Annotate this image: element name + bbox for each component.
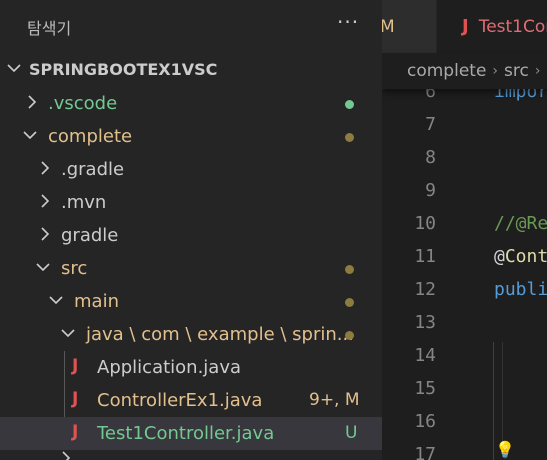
line-number: 9 (425, 180, 436, 201)
tree-item-gradle-dir[interactable]: .gradle (0, 153, 382, 186)
line-number: 16 (414, 411, 436, 432)
chevron-right-icon (39, 191, 51, 211)
tree-item-label: main (74, 291, 119, 312)
tree-item-vscode[interactable]: .vscode (0, 87, 382, 120)
chevron-down-icon (6, 58, 22, 78)
java-icon: J (462, 16, 469, 37)
chevron-down-icon (22, 125, 38, 145)
chevron-right-icon: › (534, 63, 541, 79)
chevron-down-icon (35, 257, 51, 277)
line-number: 17 (414, 444, 436, 460)
git-status-dot (345, 331, 354, 340)
line-number: 7 (425, 114, 436, 135)
line-number: 14 (414, 345, 436, 366)
code-line[interactable]: 13 (382, 307, 547, 340)
tree-item-gradle[interactable]: gradle (0, 219, 382, 252)
line-number: 13 (414, 312, 436, 333)
tree-item-label: ControllerEx1.java (97, 390, 263, 411)
tab-previous-label: M (382, 16, 395, 37)
tree-item-src[interactable]: src (0, 252, 382, 285)
git-status-dot (345, 133, 354, 142)
tree-root-label: SPRINGBOOTEX1VSC (29, 60, 218, 79)
tree-item-label: gradle (61, 225, 119, 246)
git-status-badge: 9+, M (309, 390, 360, 410)
java-icon: J (72, 356, 79, 376)
line-number: 10 (414, 213, 436, 234)
breadcrumb-item-src[interactable]: src (504, 61, 529, 81)
line-number: 8 (425, 147, 436, 168)
chevron-right-icon (60, 450, 72, 460)
explorer-sidebar: 탐색기 ··· SPRINGBOOTEX1VSC .vscode complet… (0, 0, 382, 460)
chevron-down-icon (60, 323, 76, 343)
tree-item-label: complete (48, 126, 133, 147)
java-icon: J (72, 389, 79, 409)
git-status-dot (345, 100, 354, 109)
chevron-right-icon: › (492, 63, 499, 79)
chevron-right-icon (39, 158, 51, 178)
tree-item-partial[interactable] (0, 450, 382, 460)
tree-item-controllerex1-java[interactable]: J ControllerEx1.java 9+, M (0, 384, 382, 417)
line-number: 15 (414, 378, 436, 399)
code-line[interactable]: 12 publi (382, 274, 547, 307)
editor-area: M J Test1Cont complete › src › 6impor789… (382, 0, 547, 460)
line-number: 12 (414, 279, 436, 300)
tree-item-test1controller-java[interactable]: J Test1Controller.java U (0, 417, 382, 450)
lightbulb-icon[interactable]: 💡 (495, 440, 515, 459)
code-line[interactable]: 9 (382, 175, 547, 208)
tree-item-application-java[interactable]: J Application.java (0, 351, 382, 384)
code-line[interactable]: 14 (382, 340, 547, 373)
tab-active-label: Test1Cont (478, 16, 547, 37)
git-status-badge: U (345, 423, 358, 443)
code-line[interactable]: 11 @Cont (382, 241, 547, 274)
explorer-title: 탐색기 (27, 19, 72, 38)
code-line[interactable]: 16 (382, 406, 547, 439)
tree-item-label: Application.java (97, 357, 242, 378)
git-status-dot (345, 298, 354, 307)
chevron-right-icon (26, 92, 38, 112)
editor-tab-previous[interactable]: M (382, 0, 436, 53)
breadcrumb: complete › src › (382, 53, 547, 89)
indent-guide (502, 342, 503, 442)
chevron-right-icon (39, 224, 51, 244)
code-line[interactable]: 15 (382, 373, 547, 406)
tree-item-label: .gradle (61, 159, 125, 180)
tree-root-springbootex1vsc[interactable]: SPRINGBOOTEX1VSC (0, 53, 382, 86)
tree-item-label: java \ com \ example \ sprin... (86, 324, 354, 345)
breadcrumb-item-complete[interactable]: complete (382, 61, 486, 81)
code-text: //@Re (494, 213, 547, 234)
indent-guide (493, 342, 494, 460)
code-text: publi (494, 279, 547, 300)
code-line[interactable]: 17 (382, 439, 547, 460)
editor-tab-test1controller[interactable]: J Test1Cont (437, 0, 547, 53)
explorer-header: 탐색기 ··· (0, 0, 382, 52)
tree-item-label: .mvn (61, 192, 107, 213)
editor-tab-bar: M J Test1Cont (382, 0, 547, 53)
git-status-dot (345, 265, 354, 274)
tree-item-mvn[interactable]: .mvn (0, 186, 382, 219)
line-number: 11 (414, 246, 436, 267)
java-icon: J (72, 422, 79, 442)
tree-item-java-package[interactable]: java \ com \ example \ sprin... (0, 318, 382, 351)
code-text: @Cont (494, 246, 547, 267)
tree-item-complete[interactable]: complete (0, 120, 382, 153)
code-line[interactable]: 8 (382, 142, 547, 175)
chevron-down-icon (48, 290, 64, 310)
code-line[interactable]: 7 (382, 109, 547, 142)
tree-item-main[interactable]: main (0, 285, 382, 318)
more-actions-icon[interactable]: ··· (337, 10, 359, 34)
tree-item-label: src (61, 258, 88, 279)
tree-item-label: Test1Controller.java (97, 423, 275, 444)
code-line[interactable]: 10 //@Re (382, 208, 547, 241)
tree-item-label: .vscode (48, 93, 118, 114)
